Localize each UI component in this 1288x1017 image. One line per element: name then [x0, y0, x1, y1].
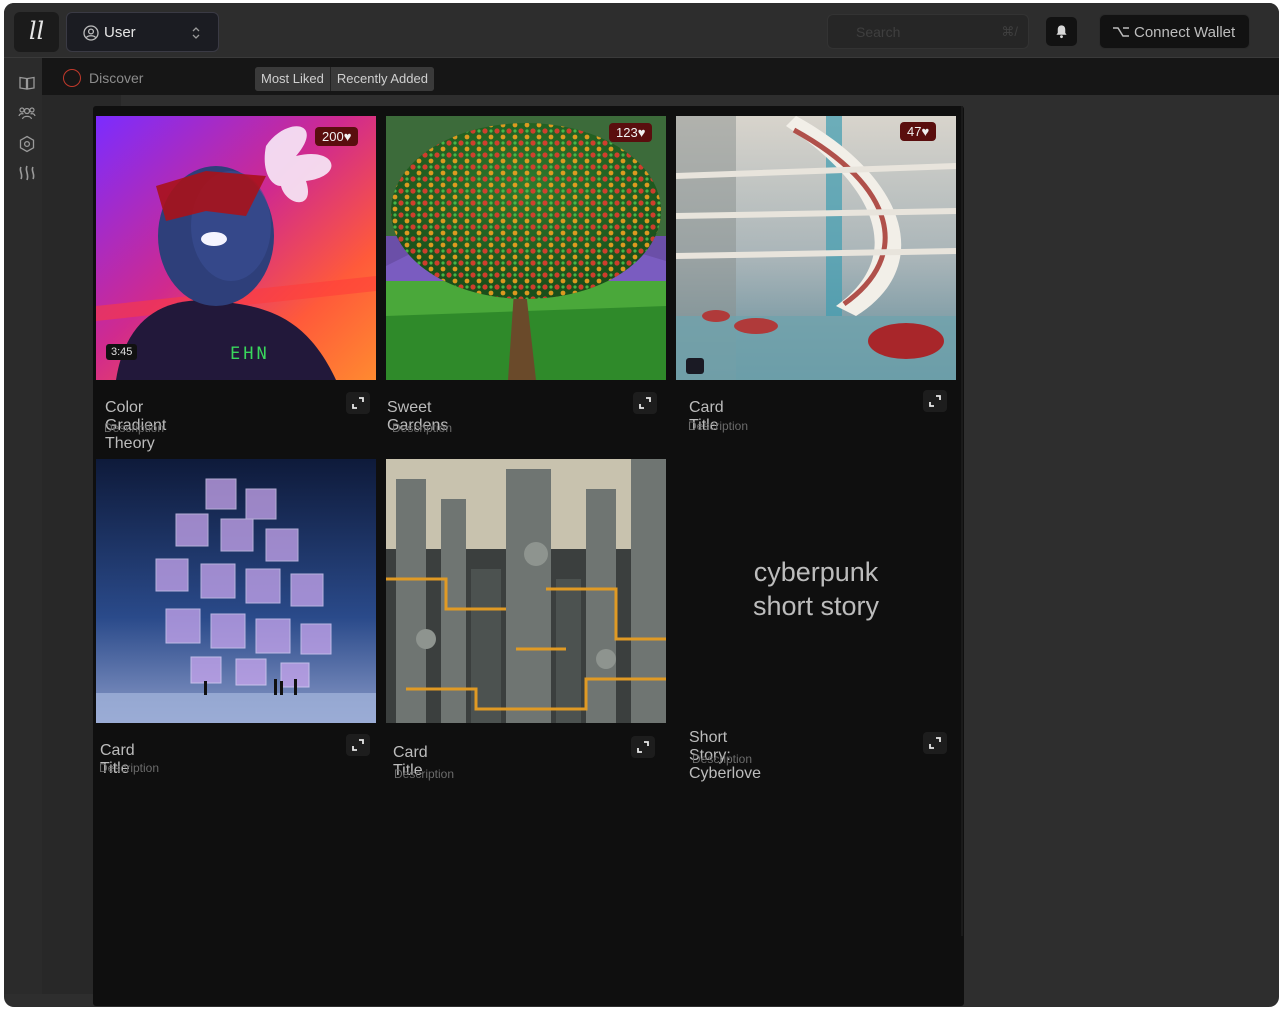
heart-icon: ♥ — [921, 124, 930, 139]
connect-wallet-label: Connect Wallet — [1134, 24, 1236, 41]
likes-badge[interactable]: 200♥ — [315, 127, 359, 146]
heart-icon: ♥ — [637, 125, 646, 140]
expand-icon — [637, 741, 649, 753]
card-image-industrial-city[interactable] — [386, 459, 666, 723]
duration-badge: 3:45 — [106, 344, 138, 360]
bell-icon — [1056, 25, 1067, 39]
top-bar: ll User Search ⌘/ Connect Wallet — [4, 3, 1279, 58]
search-shortcut-hint: ⌘/ — [1001, 24, 1018, 39]
card-description: Description — [692, 752, 753, 766]
chevron-up-down-icon — [192, 27, 200, 39]
search-input[interactable]: Search ⌘/ — [827, 14, 1029, 49]
sort-filter-group: Most Liked Recently Added — [255, 67, 434, 91]
gallery-scrollbar[interactable] — [961, 106, 963, 936]
story-cover-line: cyberpunk — [753, 557, 879, 587]
card-image-futuristic-atrium[interactable] — [676, 116, 956, 380]
card-description: Description — [688, 419, 749, 433]
sidebar — [4, 58, 42, 994]
app-logo[interactable]: ll — [14, 12, 59, 52]
app-window: ll User Search ⌘/ Connect Wallet Discove… — [4, 3, 1279, 1007]
expand-button[interactable] — [923, 390, 947, 412]
discover-indicator-icon — [63, 69, 81, 87]
user-select[interactable]: User — [66, 12, 219, 52]
gallery-panel: EHN 200♥ 3:45 Color Gradient Theory Desc… — [93, 106, 964, 1006]
search-placeholder: Search — [856, 24, 901, 40]
expand-icon — [639, 397, 651, 409]
expand-button[interactable] — [923, 732, 947, 754]
expand-icon — [352, 397, 364, 409]
likes-badge[interactable]: 47♥ — [900, 122, 937, 141]
filter-recently-added[interactable]: Recently Added — [329, 67, 434, 91]
heart-icon: ♥ — [343, 129, 352, 144]
expand-button[interactable] — [633, 392, 657, 414]
option-key-icon — [1113, 27, 1129, 37]
expand-button[interactable] — [346, 392, 370, 414]
users-icon[interactable] — [18, 105, 36, 123]
card-description: Description — [99, 761, 160, 775]
sub-navigation-bar — [42, 58, 1279, 95]
expand-icon — [929, 395, 941, 407]
card-image-glass-cubes[interactable] — [96, 459, 376, 723]
expand-icon — [352, 739, 364, 751]
expand-button[interactable] — [346, 734, 370, 756]
card-image-overlay-text: EHN — [230, 344, 270, 364]
book-icon[interactable] — [18, 74, 36, 92]
expand-button[interactable] — [631, 736, 655, 758]
card-description: Description — [104, 421, 165, 435]
story-cover-text[interactable]: cyberpunk short story — [676, 555, 956, 623]
steem-icon[interactable] — [18, 164, 36, 182]
hexagon-settings-icon[interactable] — [18, 135, 36, 153]
discover-label[interactable]: Discover — [89, 70, 143, 86]
card-description: Description — [392, 421, 453, 435]
connect-wallet-button[interactable]: Connect Wallet — [1099, 14, 1250, 49]
story-cover-line: short story — [752, 591, 880, 621]
notifications-button[interactable] — [1046, 17, 1077, 46]
card-image-tree[interactable] — [386, 116, 666, 380]
card-description: Description — [394, 767, 455, 781]
filter-most-liked[interactable]: Most Liked — [255, 67, 330, 91]
likes-badge[interactable]: 123♥ — [609, 123, 653, 142]
user-avatar-icon — [83, 25, 99, 41]
user-select-label: User — [104, 24, 136, 41]
card-image-cyber-face[interactable]: EHN — [96, 116, 376, 380]
expand-icon — [929, 737, 941, 749]
